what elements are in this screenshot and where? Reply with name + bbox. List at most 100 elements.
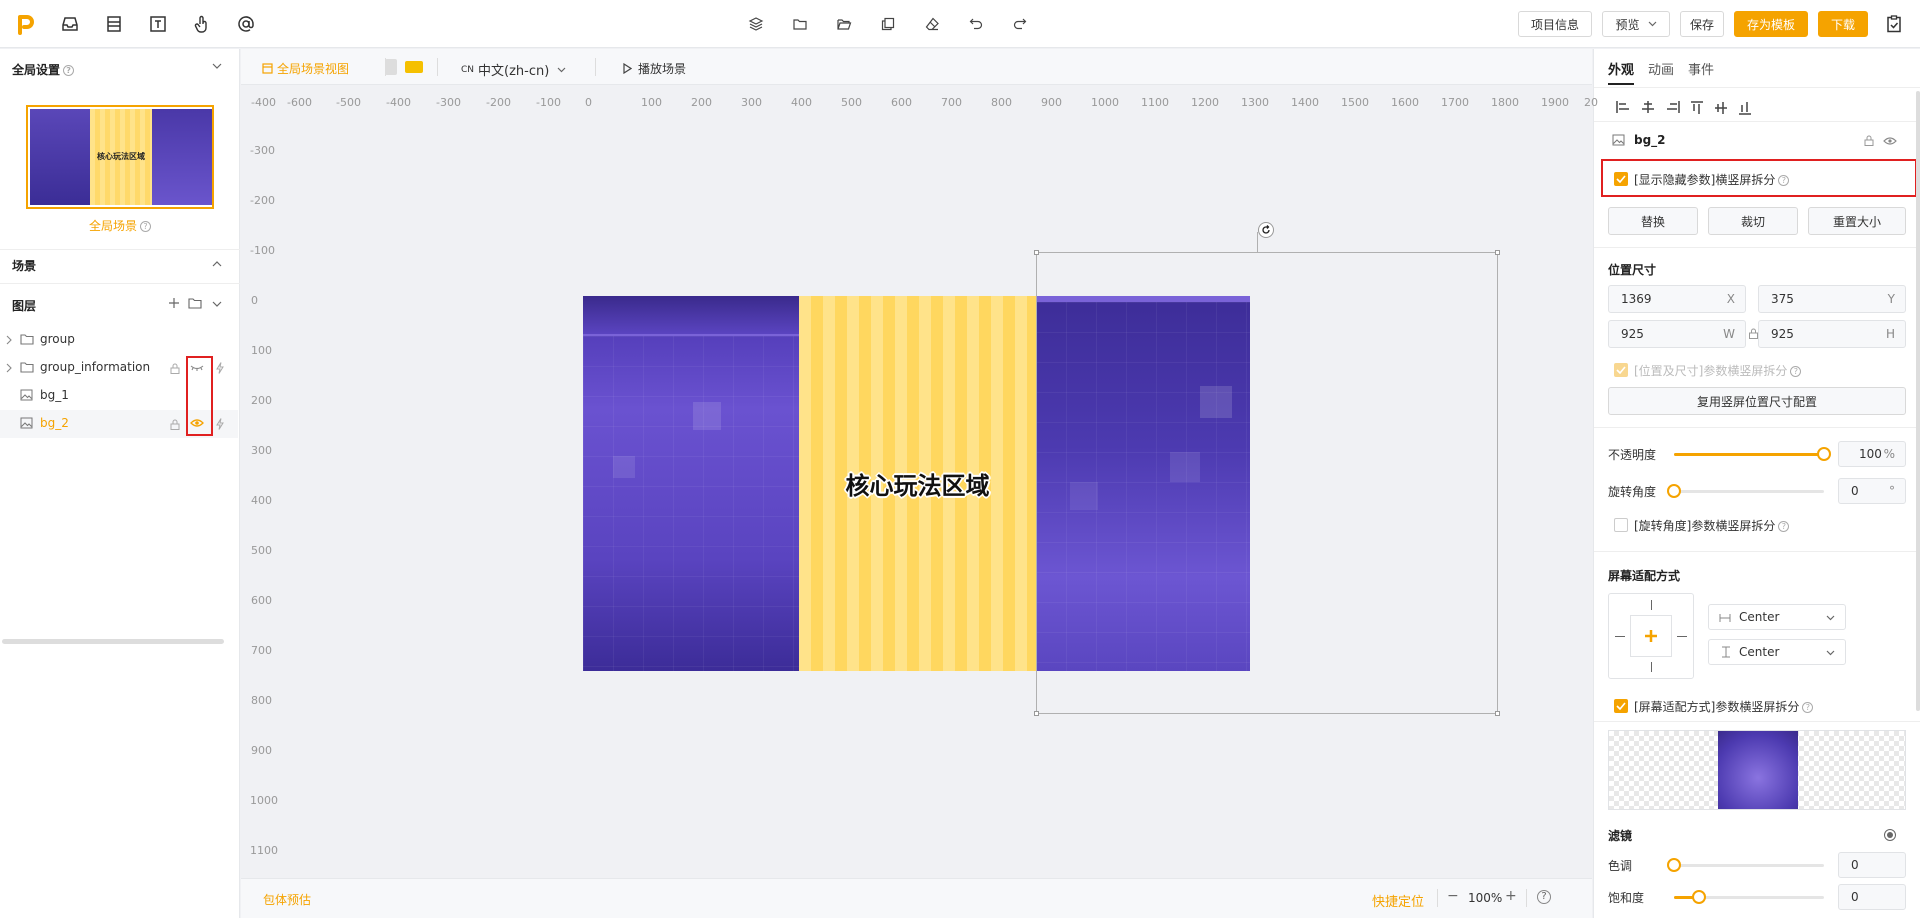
clipboard-check-icon[interactable] bbox=[1882, 12, 1906, 36]
hue-slider-track[interactable] bbox=[1674, 864, 1824, 867]
scene-center-stripes[interactable]: 核心玩法区域 bbox=[799, 296, 1036, 671]
anchor-picker[interactable] bbox=[1608, 593, 1694, 679]
tab-animation[interactable]: 动画 bbox=[1648, 59, 1674, 78]
reset-size-button[interactable]: 重置大小 bbox=[1808, 207, 1906, 235]
chevron-down-icon[interactable] bbox=[212, 63, 222, 69]
chevron-right-icon[interactable] bbox=[6, 335, 12, 345]
save-template-button[interactable]: 存为模板 bbox=[1734, 11, 1808, 37]
folder-icon[interactable] bbox=[790, 14, 810, 34]
image-preview[interactable] bbox=[1608, 730, 1906, 810]
anchor-bottom-line[interactable] bbox=[1651, 662, 1652, 672]
align-vcenter-icon[interactable] bbox=[1715, 101, 1727, 115]
app-logo-icon[interactable] bbox=[14, 12, 38, 36]
align-right-icon[interactable] bbox=[1666, 101, 1680, 113]
project-info-button[interactable]: 项目信息 bbox=[1518, 11, 1592, 37]
anchor-right-line[interactable] bbox=[1677, 636, 1687, 637]
chevron-up-icon[interactable] bbox=[212, 261, 222, 267]
global-scene-label[interactable]: 全局场景? bbox=[0, 217, 240, 234]
text-icon[interactable] bbox=[146, 12, 170, 36]
fit-horizontal-select[interactable]: Center bbox=[1708, 604, 1846, 630]
resize-handle[interactable] bbox=[1495, 250, 1500, 255]
gesture-icon[interactable] bbox=[190, 12, 214, 36]
quick-locate-button[interactable]: 快捷定位 bbox=[1372, 891, 1424, 910]
rotate-handle-icon[interactable] bbox=[1258, 222, 1274, 238]
position-split-checkbox[interactable] bbox=[1614, 363, 1628, 377]
rotation-input[interactable]: 0 ° bbox=[1838, 478, 1906, 504]
resize-handle[interactable] bbox=[1495, 711, 1500, 716]
lock-icon[interactable] bbox=[1864, 135, 1874, 146]
eye-icon[interactable] bbox=[1883, 136, 1897, 146]
undo-icon[interactable] bbox=[966, 14, 986, 34]
aspect-lock-icon[interactable] bbox=[1749, 328, 1758, 339]
help-icon[interactable]: ? bbox=[1802, 702, 1814, 713]
anchor-center-box[interactable] bbox=[1630, 615, 1672, 657]
help-icon[interactable]: ? bbox=[63, 65, 75, 76]
hue-input[interactable]: 0 bbox=[1838, 852, 1906, 878]
rotation-slider-track[interactable] bbox=[1674, 490, 1824, 493]
inbox-icon[interactable] bbox=[58, 12, 82, 36]
saturation-slider-knob[interactable] bbox=[1692, 890, 1706, 904]
tab-events[interactable]: 事件 bbox=[1688, 59, 1714, 78]
saturation-input[interactable]: 0 bbox=[1838, 884, 1906, 910]
hue-slider-knob[interactable] bbox=[1667, 858, 1681, 872]
x-input[interactable]: 1369 X bbox=[1608, 285, 1746, 313]
align-left-icon[interactable] bbox=[1616, 101, 1630, 113]
help-icon[interactable]: ? bbox=[1790, 366, 1802, 377]
fit-vertical-select[interactable]: Center bbox=[1708, 639, 1846, 665]
device-landscape-toggle[interactable] bbox=[405, 61, 423, 73]
download-button[interactable]: 下载 bbox=[1818, 11, 1868, 37]
opacity-input[interactable]: 100% bbox=[1838, 441, 1906, 467]
lightning-icon[interactable] bbox=[216, 362, 224, 374]
scene-left-background[interactable] bbox=[583, 296, 799, 671]
lock-icon[interactable] bbox=[170, 419, 180, 430]
folder-open-icon[interactable] bbox=[834, 14, 854, 34]
anchor-top-line[interactable] bbox=[1651, 600, 1652, 610]
opacity-slider-knob[interactable] bbox=[1817, 447, 1831, 461]
selection-box[interactable] bbox=[1034, 250, 1500, 716]
at-mention-icon[interactable] bbox=[234, 12, 258, 36]
align-hcenter-icon[interactable] bbox=[1641, 101, 1655, 113]
rotation-slider-knob[interactable] bbox=[1667, 484, 1681, 498]
lock-icon[interactable] bbox=[170, 363, 180, 374]
help-icon[interactable]: ? bbox=[140, 221, 151, 232]
language-select[interactable]: CN 中文(zh-cn) bbox=[461, 60, 566, 79]
resize-handle[interactable] bbox=[1034, 250, 1039, 255]
save-button[interactable]: 保存 bbox=[1680, 11, 1724, 37]
device-portrait-toggle[interactable] bbox=[385, 59, 397, 75]
help-icon[interactable]: ? bbox=[1778, 175, 1790, 186]
preview-dropdown[interactable]: 预览 bbox=[1602, 11, 1670, 37]
layers-scrollbar[interactable] bbox=[2, 639, 224, 644]
layout-icon[interactable] bbox=[102, 12, 126, 36]
global-scene-thumbnail[interactable]: 核心玩法区域 bbox=[26, 105, 214, 209]
align-bottom-icon[interactable] bbox=[1739, 101, 1751, 115]
redo-icon[interactable] bbox=[1010, 14, 1030, 34]
add-layer-icon[interactable] bbox=[168, 297, 180, 309]
show-hidden-checkbox[interactable] bbox=[1614, 172, 1628, 186]
width-input[interactable]: 925 W bbox=[1608, 320, 1746, 348]
properties-scrollbar[interactable] bbox=[1916, 91, 1920, 711]
zoom-out-icon[interactable]: − bbox=[1447, 888, 1459, 904]
replace-button[interactable]: 替换 bbox=[1608, 207, 1698, 235]
filter-reset-icon[interactable] bbox=[1884, 829, 1896, 841]
copy-icon[interactable] bbox=[878, 14, 898, 34]
play-scene-button[interactable]: 播放场景 bbox=[623, 60, 686, 77]
layer-row-group[interactable]: group bbox=[0, 326, 238, 354]
add-folder-icon[interactable] bbox=[188, 297, 202, 309]
global-view-toggle[interactable]: 全局场景视图 bbox=[262, 60, 349, 77]
help-icon[interactable]: ? bbox=[1537, 890, 1551, 904]
resize-handle[interactable] bbox=[1034, 711, 1039, 716]
chevron-right-icon[interactable] bbox=[6, 363, 12, 373]
y-input[interactable]: 375 Y bbox=[1758, 285, 1906, 313]
align-top-icon[interactable] bbox=[1691, 101, 1703, 115]
crop-button[interactable]: 裁切 bbox=[1708, 207, 1798, 235]
eraser-icon[interactable] bbox=[922, 14, 942, 34]
package-estimate-link[interactable]: 包体预估 bbox=[263, 891, 311, 908]
tab-appearance[interactable]: 外观 bbox=[1608, 59, 1634, 78]
lightning-icon[interactable] bbox=[216, 418, 224, 430]
height-input[interactable]: 925 H bbox=[1758, 320, 1906, 348]
anchor-left-line[interactable] bbox=[1615, 636, 1625, 637]
reuse-portrait-config-button[interactable]: 复用竖屏位置尺寸配置 bbox=[1608, 387, 1906, 415]
layers-icon[interactable] bbox=[746, 14, 766, 34]
zoom-in-icon[interactable]: + bbox=[1505, 888, 1517, 904]
fit-split-checkbox[interactable] bbox=[1614, 699, 1628, 713]
